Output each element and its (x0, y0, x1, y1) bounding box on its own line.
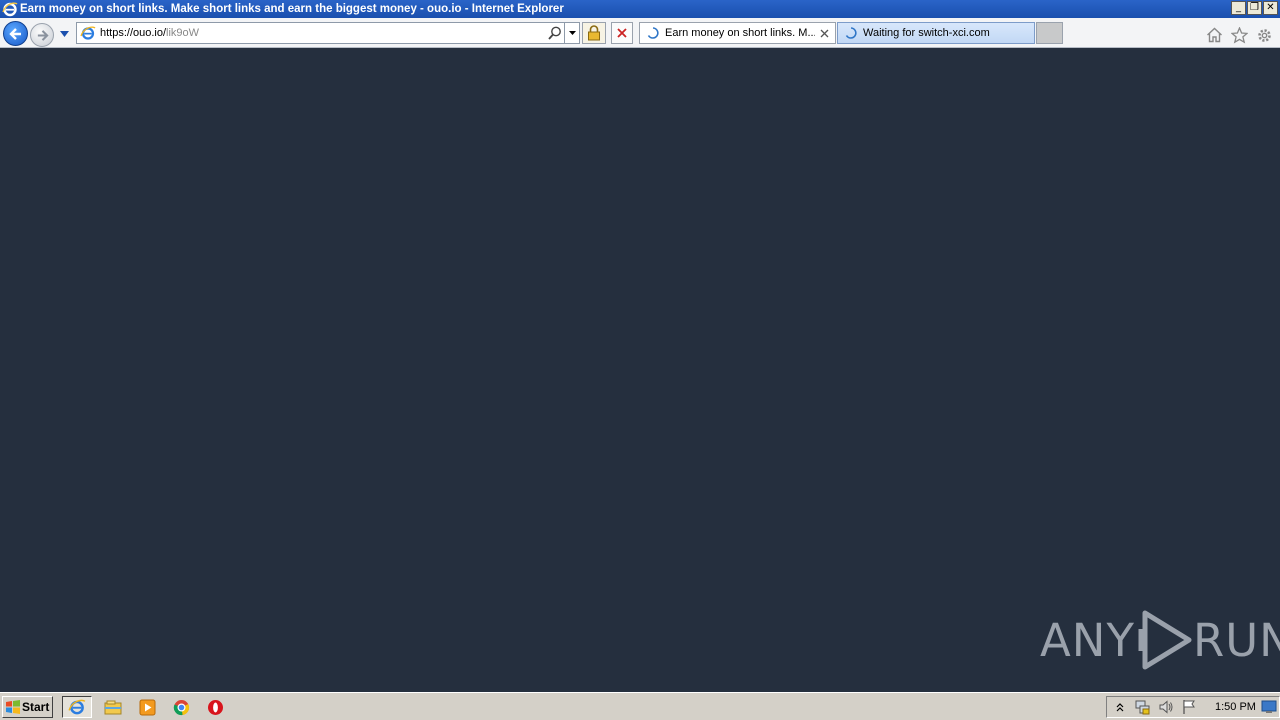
windows-logo-icon (6, 700, 20, 714)
opera-icon (207, 699, 223, 715)
tools-button[interactable] (1255, 26, 1273, 44)
taskbar: Start 1:50 PM (0, 692, 1280, 720)
home-button[interactable] (1205, 26, 1223, 44)
chevron-down-icon (568, 31, 576, 35)
taskbar-media-player[interactable] (135, 696, 159, 718)
window-controls: _ ❐ ✕ (1231, 1, 1278, 15)
restore-button[interactable]: ❐ (1247, 1, 1262, 15)
close-icon (820, 29, 828, 37)
forward-arrow-icon (37, 29, 49, 41)
back-button[interactable] (3, 21, 28, 46)
favorites-button[interactable] (1230, 26, 1248, 44)
action-center-tray[interactable] (1180, 699, 1198, 715)
url-host: https://ouo.io/ (100, 27, 167, 39)
url-path: lik9oW (166, 27, 200, 39)
taskbar-internet-explorer[interactable] (62, 696, 92, 718)
home-icon (1206, 27, 1222, 43)
loading-spinner-icon (845, 27, 857, 39)
window-title: Earn money on short links. Make short li… (20, 3, 564, 15)
system-clock[interactable]: 1:50 PM (1215, 701, 1256, 713)
tab-switch-xci[interactable]: Waiting for switch-xci.com (837, 22, 1035, 44)
minimize-button[interactable]: _ (1231, 1, 1246, 15)
start-button[interactable]: Start (2, 696, 53, 718)
window-title-bar: Earn money on short links. Make short li… (0, 0, 1280, 18)
tab-label: Waiting for switch-xci.com (863, 27, 990, 39)
stop-button[interactable] (611, 22, 633, 44)
chevron-up-icon (1116, 703, 1124, 712)
page-content (0, 48, 1280, 692)
network-icon (1135, 700, 1150, 715)
volume-tray[interactable] (1157, 699, 1175, 715)
show-hidden-icons-button[interactable] (1111, 699, 1129, 715)
address-dropdown-button[interactable] (564, 23, 579, 43)
tab-label: Earn money on short links. M... (665, 27, 815, 39)
watermark-text-right: RUN (1192, 613, 1280, 667)
settings-gear-icon (1257, 28, 1271, 42)
address-bar[interactable]: https://ouo.io/lik9oW (76, 22, 580, 44)
loading-spinner-icon (647, 27, 659, 39)
file-explorer-icon (104, 700, 122, 715)
close-button[interactable]: ✕ (1263, 1, 1278, 15)
play-logo-icon (1138, 610, 1192, 670)
show-desktop-icon[interactable] (1261, 700, 1277, 714)
media-player-icon (139, 699, 155, 715)
security-lock-button[interactable] (582, 22, 606, 44)
taskbar-chrome[interactable] (169, 696, 193, 718)
flag-icon (1183, 700, 1195, 714)
anyrun-watermark: ANY RUN (1040, 608, 1280, 672)
watermark-text-left: ANY (1040, 613, 1135, 667)
back-arrow-icon (8, 27, 21, 40)
internet-explorer-icon (68, 699, 86, 715)
speaker-icon (1159, 700, 1173, 714)
chrome-icon (173, 699, 189, 715)
network-tray[interactable] (1134, 699, 1152, 715)
tab-ouo[interactable]: Earn money on short links. M... (639, 22, 836, 44)
history-dropdown-button[interactable] (58, 28, 70, 40)
close-icon (617, 28, 627, 38)
taskbar-opera[interactable] (203, 696, 227, 718)
url-text: https://ouo.io/lik9oW (100, 27, 199, 39)
search-icon[interactable] (547, 25, 563, 41)
taskbar-file-explorer[interactable] (101, 696, 125, 718)
favorites-star-icon (1230, 26, 1248, 44)
system-tray: 1:50 PM (1106, 696, 1280, 718)
internet-explorer-icon (2, 2, 18, 17)
page-favicon-icon (80, 26, 96, 40)
new-tab-button[interactable] (1036, 22, 1063, 44)
tab-close-button[interactable] (818, 27, 830, 39)
start-label: Start (22, 700, 50, 714)
forward-button[interactable] (30, 23, 54, 47)
chevron-down-icon (59, 31, 69, 37)
lock-icon (588, 25, 600, 41)
browser-toolbar: https://ouo.io/lik9oW Earn money on shor… (0, 18, 1280, 48)
